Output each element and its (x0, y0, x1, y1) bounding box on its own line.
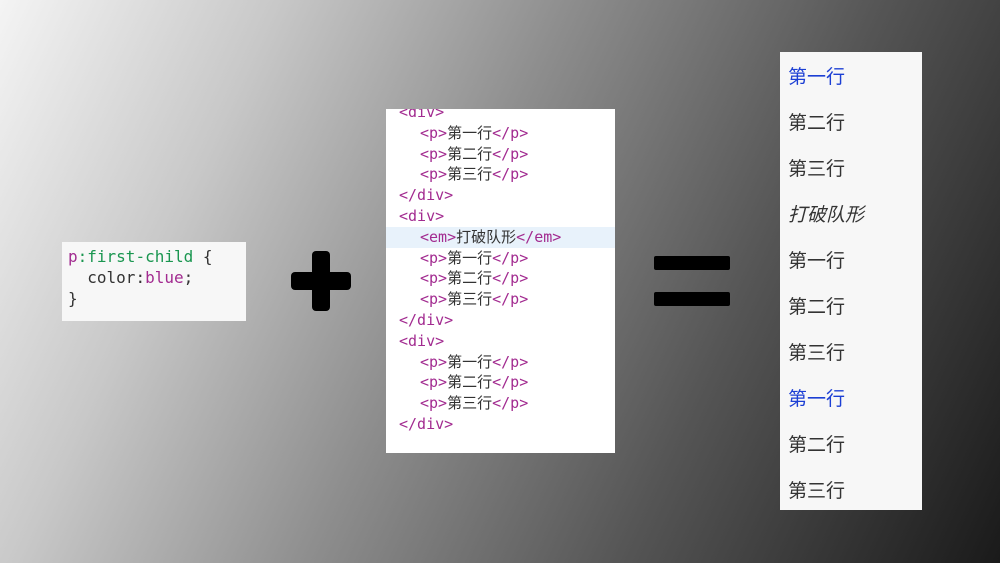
code-tag: <p> (420, 352, 448, 371)
code-tag: </p> (492, 290, 529, 309)
code-line: <p>第三行</p> (386, 289, 615, 310)
css-selector-element: p (68, 247, 78, 266)
plus-vertical-bar (312, 251, 330, 311)
code-line-highlighted: <em>打破队形</em> (386, 226, 615, 248)
result-line: 打破队形 (788, 204, 865, 226)
code-text: 打破队形 (456, 227, 517, 246)
code-tag: </div> (399, 186, 454, 205)
code-line: </div> (386, 414, 615, 435)
css-selector-line: p:first-child { (68, 246, 240, 267)
code-tag: <p> (420, 394, 448, 413)
code-tag: <div> (399, 206, 445, 225)
code-line: <div> (386, 206, 615, 227)
result-line: 第一行 (788, 66, 846, 88)
code-tag: <p> (420, 290, 448, 309)
equals-bottom-bar (654, 292, 730, 306)
code-tag: </div> (399, 414, 454, 433)
code-line: <p>第一行</p> (386, 352, 615, 373)
code-line: </div> (386, 310, 615, 331)
css-colon: : (135, 268, 146, 287)
code-tag: <p> (420, 269, 448, 288)
code-tag: <p> (420, 144, 448, 163)
code-line: <div> (386, 331, 615, 352)
code-text: 第三行 (447, 165, 493, 184)
code-text: 第一行 (447, 352, 493, 371)
code-line: <p>第一行</p> (386, 248, 615, 269)
code-tag: </p> (492, 352, 529, 371)
code-tag: <p> (420, 165, 448, 184)
code-line: <p>第二行</p> (386, 268, 615, 289)
code-tag: </p> (492, 394, 529, 413)
result-line: 第二行 (788, 296, 846, 318)
code-line: <div> (386, 109, 615, 123)
css-rule-panel: p:first-child { color:blue; } (62, 242, 246, 321)
result-line: 第三行 (788, 480, 846, 502)
css-value: blue (145, 268, 184, 287)
code-tag: </p> (492, 269, 529, 288)
code-text: 第一行 (447, 248, 493, 267)
code-tag: </p> (492, 373, 529, 392)
code-tag: <p> (420, 373, 448, 392)
result-line: 第二行 (788, 112, 846, 134)
code-tag: </div> (399, 310, 454, 329)
result-line: 第三行 (788, 158, 846, 180)
code-text: 第三行 (447, 290, 493, 309)
result-line: 第二行 (788, 434, 846, 456)
code-line: </div> (386, 185, 615, 206)
code-tag: </em> (516, 227, 562, 246)
code-text: 第一行 (447, 123, 493, 142)
result-line: 第一行 (788, 250, 846, 272)
code-line: <p>第三行</p> (386, 393, 615, 414)
css-property: color (87, 268, 136, 287)
code-tag: <em> (420, 227, 457, 246)
code-tag: <div> (399, 331, 445, 350)
plus-icon (291, 251, 351, 311)
code-text: 第二行 (447, 373, 493, 392)
code-tag: </p> (492, 165, 529, 184)
code-line: <p>第二行</p> (386, 144, 615, 165)
html-code-lines: <div> <p>第一行</p> <p>第二行</p> <p>第三行</p> <… (386, 109, 615, 435)
code-text: 第二行 (447, 144, 493, 163)
result-line: 第一行 (788, 388, 846, 410)
equals-top-bar (654, 256, 730, 270)
code-tag: <div> (399, 109, 445, 121)
code-tag: </p> (492, 248, 529, 267)
code-line: <p>第二行</p> (386, 372, 615, 393)
css-semicolon: ; (183, 268, 194, 287)
code-tag: </p> (492, 123, 529, 142)
result-line: 第三行 (788, 342, 846, 364)
code-tag: <p> (420, 123, 448, 142)
equals-icon (654, 256, 730, 306)
code-tag: </p> (492, 144, 529, 163)
html-code-panel: <div> <p>第一行</p> <p>第二行</p> <p>第三行</p> <… (386, 109, 615, 453)
code-line: <p>第三行</p> (386, 164, 615, 185)
css-close-line: } (68, 288, 240, 309)
css-declaration-line: color:blue; (68, 267, 240, 288)
code-text: 第三行 (447, 394, 493, 413)
css-open-brace: { (193, 247, 213, 266)
rendered-result-panel: 第一行 第二行 第三行 打破队形 第一行 第二行 第三行 第一行 第二行 第三行 (780, 52, 922, 510)
code-line: <p>第一行</p> (386, 123, 615, 144)
code-text: 第二行 (447, 269, 493, 288)
css-selector-pseudo: :first-child (77, 247, 194, 266)
css-close-brace: } (68, 289, 78, 308)
code-tag: <p> (420, 248, 448, 267)
